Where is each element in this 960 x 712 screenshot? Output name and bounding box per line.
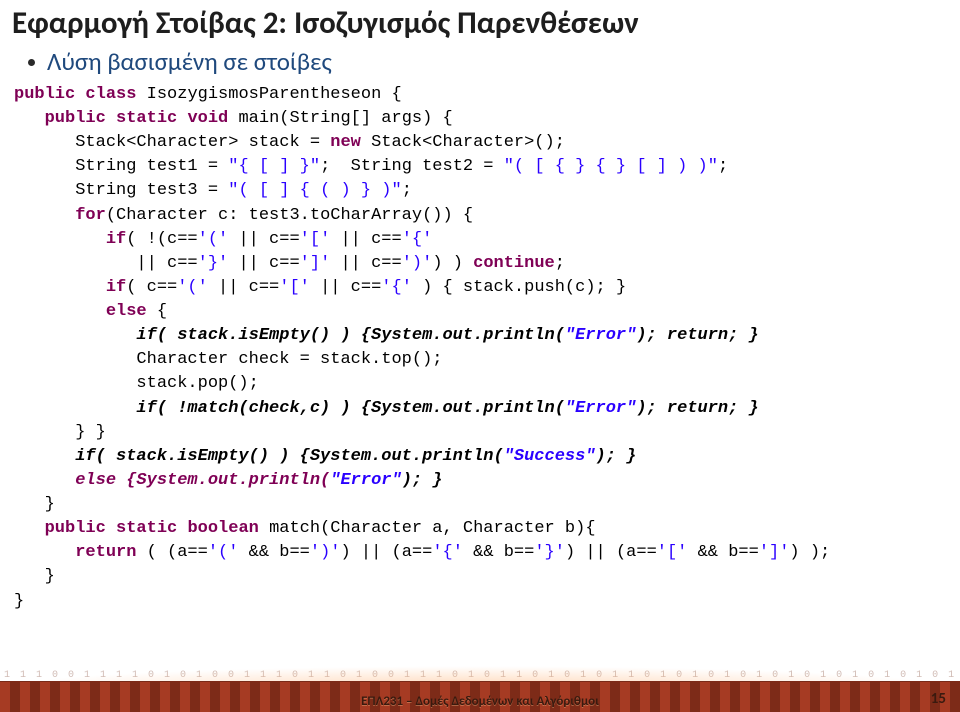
code-str: ')' [402, 254, 433, 273]
code-kw: return [14, 543, 136, 562]
code-em: if( !match(check,c) ) {System.out.printl… [14, 399, 565, 418]
code-str: ')' [310, 543, 341, 562]
code-text: ( c== [126, 278, 177, 297]
code-text: } [14, 495, 55, 514]
code-em: if( stack.isEmpty() ) {System.out.printl… [14, 447, 504, 466]
code-text: || c== [14, 254, 198, 273]
code-str: "{ [ ] }" [228, 157, 320, 176]
code-em: ); } [402, 471, 443, 490]
slide-title: Εφαρμογή Στοίβας 2: Ισοζυγισμός Παρενθέσ… [12, 6, 948, 42]
code-text: Character check = stack.top(); [14, 350, 442, 369]
code-text: && b== [238, 543, 309, 562]
code-em: "Success" [504, 447, 596, 466]
code-str: '{' [381, 278, 412, 297]
bullet-text: Λύση βασισμένη σε στοίβες [47, 46, 332, 77]
footer-title: ΕΠΛ231 – Δομές Δεδομένων και Αλγόριθμοι [0, 694, 960, 709]
code-text: ) ) [432, 254, 473, 273]
code-kw: public [14, 519, 106, 538]
code-text: IsozygismosParentheseon { [136, 85, 401, 104]
code-text: && b== [463, 543, 534, 562]
code-block: public class IsozygismosParentheseon { p… [14, 83, 948, 614]
code-str: '}' [198, 254, 229, 273]
code-text: ; String test2 = [320, 157, 504, 176]
code-em: "Error" [565, 399, 636, 418]
code-text: ; [718, 157, 728, 176]
code-str: '(' [177, 278, 208, 297]
code-str: '[' [300, 230, 331, 249]
code-kw: boolean [177, 519, 259, 538]
code-kw: public [14, 109, 106, 128]
code-text: ( (a== [136, 543, 207, 562]
code-str: "( [ ] { ( ) } )" [228, 181, 401, 200]
code-text: ) || (a== [565, 543, 657, 562]
code-em: ); return; } [636, 326, 758, 345]
code-str: '}' [534, 543, 565, 562]
code-kw: if [14, 230, 126, 249]
code-em: ); } [596, 447, 637, 466]
code-em: "Error" [565, 326, 636, 345]
code-em: else {System.out.println( [14, 471, 330, 490]
code-str: '[' [279, 278, 310, 297]
code-text: ; [402, 181, 412, 200]
code-text: && b== [687, 543, 758, 562]
code-text: || c== [228, 254, 299, 273]
code-text: stack.pop(); [14, 374, 259, 393]
bullet-dot-icon [28, 59, 35, 66]
code-text: } [14, 592, 24, 611]
code-text: } } [14, 423, 106, 442]
code-text: || c== [310, 278, 381, 297]
code-text: Stack<Character>(); [361, 133, 565, 152]
footer: 1 1 1 0 0 1 1 1 1 0 1 0 1 0 0 1 1 1 0 1 … [0, 672, 960, 712]
code-text: || c== [330, 230, 401, 249]
code-text: String test1 = [14, 157, 228, 176]
code-text: ; [555, 254, 565, 273]
code-text: { [147, 302, 167, 321]
code-text: ( !(c== [126, 230, 197, 249]
page-number: 15 [931, 690, 946, 708]
code-kw: static [106, 109, 177, 128]
code-kw: for [14, 206, 106, 225]
code-kw: void [177, 109, 228, 128]
code-str: '{' [432, 543, 463, 562]
code-str: "( [ { } { } [ ] ) )" [504, 157, 718, 176]
code-str: '{' [402, 230, 433, 249]
code-kw: new [330, 133, 361, 152]
code-text: (Character c: test3.toCharArray()) { [106, 206, 473, 225]
code-kw: else [14, 302, 147, 321]
bullet-item: Λύση βασισμένη σε στοίβες [28, 46, 948, 77]
code-text: main(String[] args) { [228, 109, 452, 128]
code-em: "Error" [330, 471, 401, 490]
code-kw: static [106, 519, 177, 538]
code-text: || c== [330, 254, 401, 273]
code-str: '[' [657, 543, 688, 562]
code-str: '(' [198, 230, 229, 249]
code-str: '(' [208, 543, 239, 562]
code-text: || c== [208, 278, 279, 297]
code-em: ); return; } [636, 399, 758, 418]
code-em: if( stack.isEmpty() ) {System.out.printl… [14, 326, 565, 345]
code-text: ) ); [789, 543, 830, 562]
code-str: ']' [300, 254, 331, 273]
code-text: match(Character a, Character b){ [259, 519, 596, 538]
code-text: } [14, 567, 55, 586]
code-kw: public [14, 85, 75, 104]
slide: Εφαρμογή Στοίβας 2: Ισοζυγισμός Παρενθέσ… [0, 0, 960, 712]
code-text: ) { stack.push(c); } [412, 278, 626, 297]
code-kw: class [75, 85, 136, 104]
code-text: String test3 = [14, 181, 228, 200]
code-text: || c== [228, 230, 299, 249]
code-text: ) || (a== [340, 543, 432, 562]
code-kw: if [14, 278, 126, 297]
code-str: ']' [759, 543, 790, 562]
code-text: Stack<Character> stack = [14, 133, 330, 152]
code-kw: continue [473, 254, 555, 273]
